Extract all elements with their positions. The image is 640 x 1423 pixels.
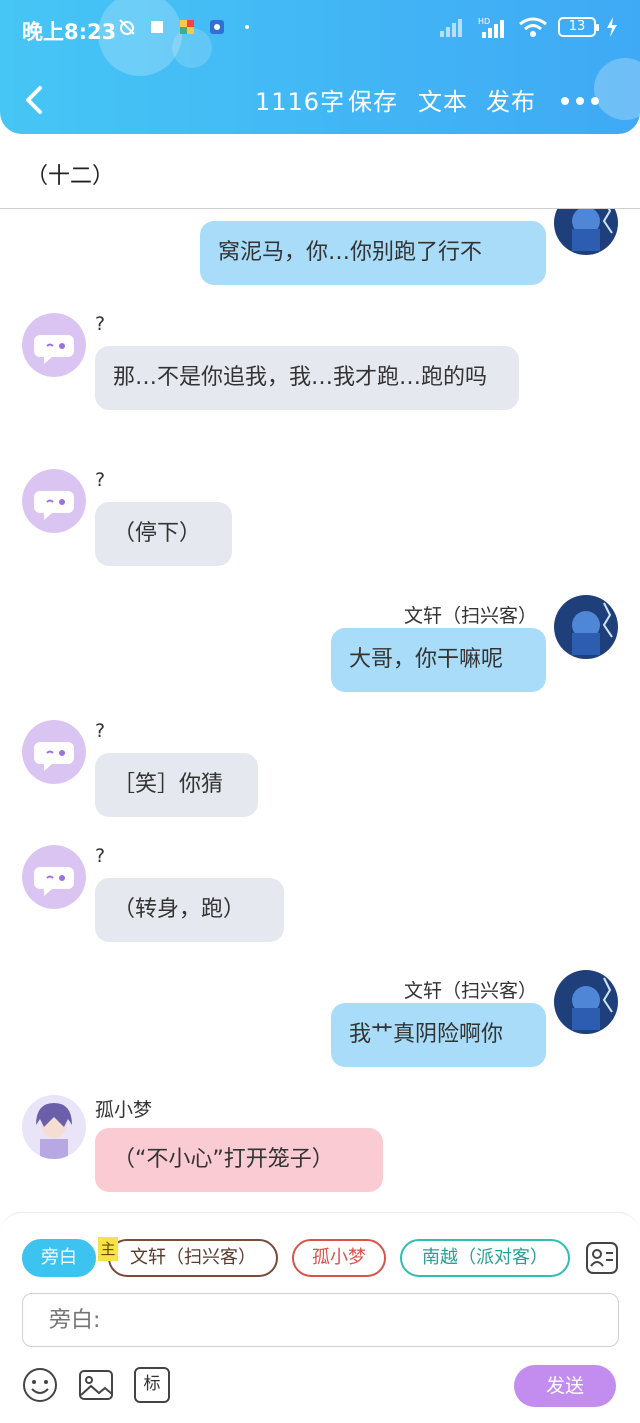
default-avatar-icon[interactable] xyxy=(22,313,86,377)
sender-name: ? xyxy=(95,469,106,491)
sender-name: ? xyxy=(95,845,106,867)
wifi-icon xyxy=(519,17,547,37)
sender-name: 文轩（扫兴客） xyxy=(403,605,537,627)
default-avatar-icon[interactable] xyxy=(22,469,86,533)
sender-name: 孤小梦 xyxy=(95,1099,153,1121)
chapter-header: （十二） xyxy=(0,134,640,209)
chat-area[interactable]: 窝泥马，你…你别跑了行不 ? 那…不是你追我，我…我才跑…跑的吗 ? （停下） … xyxy=(0,209,640,1212)
muted-alarm-icon xyxy=(119,19,135,35)
save-button[interactable]: 保存 xyxy=(348,82,398,117)
chat-message[interactable]: 文轩（扫兴客） 我艹真阴险啊你 xyxy=(0,966,640,1076)
chat-bubble[interactable]: 窝泥马，你…你别跑了行不 xyxy=(200,221,546,285)
chat-bubble[interactable]: ［笑］你猜 xyxy=(95,753,258,817)
contact-card-icon[interactable] xyxy=(585,1241,619,1275)
word-count: 1116字 xyxy=(255,88,346,116)
app-header: 晚上8:23 HD 13 1116字 保存 文本 发布 xyxy=(0,0,640,134)
charging-icon xyxy=(607,17,617,37)
app-notification-icon xyxy=(210,20,224,34)
default-avatar-icon[interactable] xyxy=(22,720,86,784)
status-notification-icons xyxy=(118,18,256,36)
chat-bubble[interactable]: 我艹真阴险啊你 xyxy=(331,1003,546,1067)
chat-message[interactable]: 文轩（扫兴客） 大哥，你干嘛呢 xyxy=(0,591,640,701)
gallery-icon xyxy=(180,20,194,34)
wenxuan-avatar[interactable] xyxy=(554,970,618,1034)
chat-message[interactable]: ? （停下） xyxy=(0,465,640,575)
tag-tool-label: 标 xyxy=(143,1374,161,1394)
text-button[interactable]: 文本 xyxy=(418,82,468,117)
role-chip-guxiaomeng[interactable]: 孤小梦 xyxy=(292,1239,386,1277)
chat-bubble[interactable]: （“不小心”打开笼子） xyxy=(95,1128,383,1192)
chapter-title[interactable]: （十二） xyxy=(26,158,114,190)
sender-name: ? xyxy=(95,720,106,742)
image-icon[interactable] xyxy=(78,1367,114,1403)
status-system-icons: HD 13 xyxy=(438,16,618,38)
signal-hd-icon: HD xyxy=(478,17,504,38)
chat-message[interactable]: 孤小梦 （“不小心”打开笼子） xyxy=(0,1091,640,1201)
chat-bubble[interactable]: （转身，跑） xyxy=(95,878,284,942)
chat-bubble[interactable]: 那…不是你追我，我…我才跑…跑的吗 xyxy=(95,346,519,410)
status-bar: 晚上8:23 HD 13 xyxy=(0,0,640,62)
battery-indicator: 13 xyxy=(558,17,599,37)
tag-tool-button[interactable]: 标 xyxy=(134,1367,170,1403)
role-chip-narrator[interactable]: 旁白 xyxy=(22,1239,96,1277)
editor-toolbar: 1116字 保存 文本 发布 xyxy=(0,70,640,130)
composer-panel: 旁白 文轩（扫兴客） 主 孤小梦 南越（派对客） 标 发送 xyxy=(0,1212,640,1423)
chat-bubble[interactable]: （停下） xyxy=(95,502,232,566)
signal-weak-icon xyxy=(440,19,462,37)
wenxuan-avatar[interactable] xyxy=(554,209,618,255)
chat-message[interactable]: ? ［笑］你猜 xyxy=(0,716,640,826)
chat-message[interactable]: ? 那…不是你追我，我…我才跑…跑的吗 xyxy=(0,309,640,449)
status-time: 晚上8:23 xyxy=(22,20,117,44)
send-button[interactable]: 发送 xyxy=(514,1365,616,1407)
dot-icon xyxy=(245,25,249,29)
emoji-icon[interactable] xyxy=(22,1367,58,1403)
role-chip-nanyue[interactable]: 南越（派对客） xyxy=(400,1239,570,1277)
sim-card-icon xyxy=(151,21,163,33)
chat-message[interactable]: ? （转身，跑） xyxy=(0,841,640,951)
sender-name: 文轩（扫兴客） xyxy=(403,980,537,1002)
chat-message[interactable]: 窝泥马，你…你别跑了行不 xyxy=(0,209,640,291)
more-options-icon[interactable] xyxy=(560,96,600,106)
svg-text:HD: HD xyxy=(478,17,490,26)
guxiaomeng-avatar[interactable] xyxy=(22,1095,86,1159)
host-badge: 主 xyxy=(98,1237,118,1261)
message-input[interactable] xyxy=(22,1293,619,1347)
wenxuan-avatar[interactable] xyxy=(554,595,618,659)
default-avatar-icon[interactable] xyxy=(22,845,86,909)
chat-bubble[interactable]: 大哥，你干嘛呢 xyxy=(331,628,546,692)
sender-name: ? xyxy=(95,313,106,335)
publish-button[interactable]: 发布 xyxy=(486,82,536,117)
back-chevron-icon[interactable] xyxy=(18,82,54,118)
role-chip-wenxuan[interactable]: 文轩（扫兴客） xyxy=(108,1239,278,1277)
